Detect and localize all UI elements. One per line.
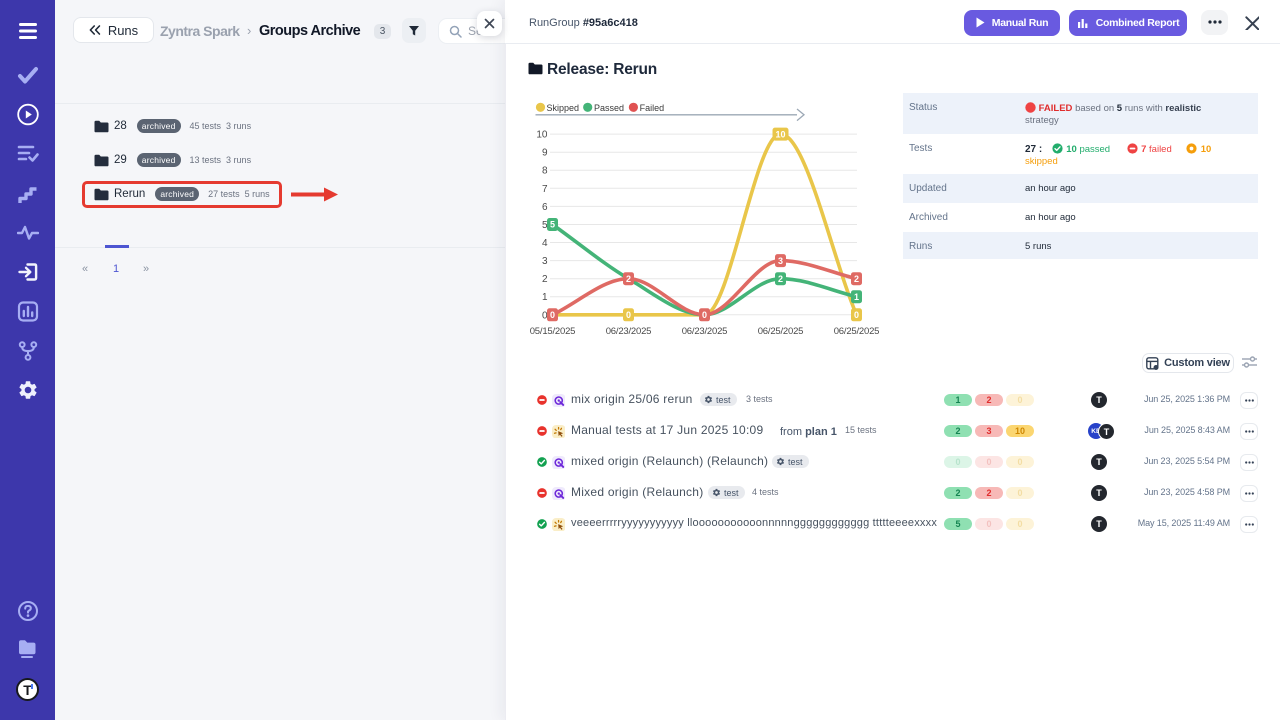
svg-text:0: 0 bbox=[550, 310, 555, 320]
svg-text:0: 0 bbox=[702, 310, 707, 320]
svg-text:9: 9 bbox=[542, 148, 548, 159]
svg-text:5: 5 bbox=[550, 220, 555, 230]
svg-text:1: 1 bbox=[854, 292, 859, 302]
svg-text:10: 10 bbox=[775, 129, 785, 139]
svg-text:10: 10 bbox=[536, 130, 548, 141]
svg-text:2: 2 bbox=[778, 274, 783, 284]
svg-text:2: 2 bbox=[626, 274, 631, 284]
svg-text:3: 3 bbox=[542, 256, 548, 267]
svg-text:2: 2 bbox=[854, 274, 859, 284]
svg-text:06/25/2025: 06/25/2025 bbox=[834, 326, 880, 337]
svg-text:2: 2 bbox=[542, 274, 548, 285]
svg-text:0: 0 bbox=[626, 310, 631, 320]
svg-text:06/25/2025: 06/25/2025 bbox=[758, 326, 804, 337]
svg-text:8: 8 bbox=[542, 166, 548, 177]
svg-text:1: 1 bbox=[542, 292, 548, 303]
svg-text:0: 0 bbox=[854, 310, 859, 320]
svg-text:6: 6 bbox=[542, 202, 548, 213]
svg-text:Passed: Passed bbox=[594, 103, 624, 113]
svg-text:06/23/2025: 06/23/2025 bbox=[682, 326, 728, 337]
svg-text:06/23/2025: 06/23/2025 bbox=[606, 326, 652, 337]
svg-text:Skipped: Skipped bbox=[547, 103, 580, 113]
svg-text:Failed: Failed bbox=[640, 103, 665, 113]
svg-text:7: 7 bbox=[542, 184, 548, 195]
svg-text:4: 4 bbox=[542, 238, 548, 249]
svg-text:3: 3 bbox=[778, 256, 783, 266]
svg-text:05/15/2025: 05/15/2025 bbox=[530, 326, 576, 337]
